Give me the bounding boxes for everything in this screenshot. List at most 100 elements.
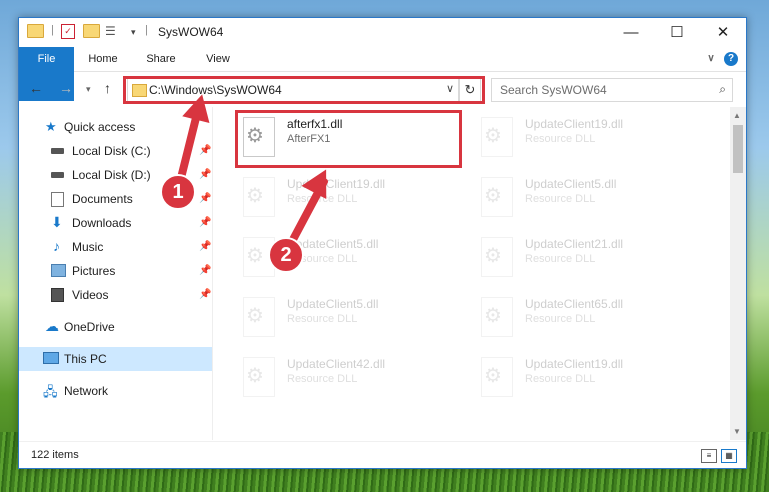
search-placeholder: Search SysWOW64: [500, 83, 607, 97]
recent-locations-icon[interactable]: ▾: [86, 84, 91, 95]
file-name: UpdateClient21.dll: [525, 237, 624, 251]
annotation-badge-2: 2: [268, 237, 304, 273]
explorer-window: | ✓ ☰ ▾ | SysWOW64 — ☐ ✕ File Home Share…: [18, 17, 747, 469]
sidebar-item-onedrive[interactable]: ☁ OneDrive: [19, 315, 212, 339]
new-folder-icon[interactable]: [83, 24, 100, 40]
pin-icon[interactable]: 📌: [199, 217, 211, 228]
gear-icon: ⚙: [246, 305, 264, 327]
file-item[interactable]: ⚙ UpdateClient65.dll Resource DLL: [473, 291, 693, 345]
file-item[interactable]: ⚙ UpdateClient19.dll Resource DLL: [473, 111, 693, 165]
network-icon: 🖧: [43, 384, 58, 399]
file-name: UpdateClient5.dll: [287, 297, 379, 311]
forward-button[interactable]: →: [59, 80, 73, 96]
sidebar-item-label: OneDrive: [64, 320, 115, 334]
sidebar-item-label: Local Disk (C:): [72, 144, 151, 158]
sidebar-item-network[interactable]: 🖧 Network: [19, 379, 212, 403]
gear-icon: ⚙: [246, 365, 264, 387]
scroll-up-icon[interactable]: ▲: [733, 111, 741, 120]
up-button[interactable]: ↑: [104, 80, 111, 96]
file-name: UpdateClient19.dll: [525, 117, 624, 131]
sidebar-item-label: Quick access: [64, 120, 136, 134]
gear-icon: ⚙: [484, 245, 502, 267]
window-title: SysWOW64: [158, 25, 224, 39]
tab-home[interactable]: Home: [81, 47, 125, 71]
minimize-button[interactable]: —: [608, 18, 654, 47]
sidebar-item-label: Local Disk (D:): [72, 168, 151, 182]
pin-icon[interactable]: 📌: [199, 241, 211, 252]
pin-icon[interactable]: 📌: [199, 289, 211, 300]
file-name: UpdateClient19.dll: [525, 357, 624, 371]
gear-icon: ⚙: [484, 185, 502, 207]
pin-icon[interactable]: 📌: [199, 145, 211, 156]
file-description: Resource DLL: [525, 313, 596, 325]
details-view-icon[interactable]: ≡: [701, 449, 717, 463]
file-description: Resource DLL: [287, 313, 358, 325]
scrollbar-thumb[interactable]: [733, 125, 743, 173]
file-name: UpdateClient5.dll: [525, 177, 617, 191]
sidebar-item-music[interactable]: ♪ Music 📌: [19, 235, 212, 259]
file-description: Resource DLL: [525, 193, 596, 205]
star-icon: ★: [45, 119, 57, 134]
file-list: ⚙ afterfx1.dll AfterFX1 ⚙ UpdateClient19…: [215, 107, 730, 440]
file-name: UpdateClient42.dll: [287, 357, 386, 371]
search-input[interactable]: Search SysWOW64 ⌕: [491, 78, 733, 102]
folder-icon: [27, 24, 44, 40]
videos-icon: [51, 288, 64, 302]
tab-view[interactable]: View: [196, 47, 240, 71]
file-item[interactable]: ⚙ UpdateClient21.dll Resource DLL: [473, 231, 693, 285]
ribbon: File Home Share View ∨ ?: [19, 47, 746, 101]
sidebar-item-downloads[interactable]: ⬇ Downloads 📌: [19, 211, 212, 235]
gear-icon: ⚙: [246, 245, 264, 267]
gear-icon: ⚙: [484, 305, 502, 327]
file-name: UpdateClient65.dll: [525, 297, 624, 311]
maximize-button[interactable]: ☐: [654, 18, 700, 47]
sidebar-item-this-pc[interactable]: This PC: [19, 347, 212, 371]
pictures-icon: [51, 264, 66, 277]
sidebar-item-label: Downloads: [72, 216, 132, 230]
title-bar: | ✓ ☰ ▾ | SysWOW64 — ☐ ✕: [19, 18, 746, 47]
documents-icon: [51, 192, 64, 207]
status-bar: 122 items ≡ ▦: [19, 441, 746, 468]
file-description: Resource DLL: [525, 133, 596, 145]
annotation-badge-1: 1: [160, 174, 196, 210]
search-icon: ⌕: [719, 82, 726, 96]
pin-icon[interactable]: 📌: [199, 169, 211, 180]
music-icon: ♪: [53, 238, 60, 254]
sidebar-item-label: Videos: [72, 288, 109, 302]
sidebar-item-label: This PC: [64, 352, 107, 366]
expand-ribbon-icon[interactable]: ∨: [704, 52, 718, 66]
download-icon: ⬇: [51, 214, 63, 230]
rename-icon[interactable]: ☰: [105, 24, 121, 40]
sidebar-item-videos[interactable]: Videos 📌: [19, 283, 212, 307]
cloud-icon: ☁: [45, 318, 59, 334]
file-item[interactable]: ⚙ UpdateClient5.dll Resource DLL: [473, 171, 693, 225]
file-description: Resource DLL: [287, 373, 358, 385]
file-item[interactable]: ⚙ UpdateClient5.dll Resource DLL: [235, 291, 455, 345]
back-button[interactable]: ←: [29, 80, 43, 96]
file-item[interactable]: ⚙ UpdateClient19.dll Resource DLL: [235, 171, 455, 225]
gear-icon: ⚙: [484, 125, 502, 147]
file-description: Resource DLL: [525, 373, 596, 385]
address-highlight-box: [123, 76, 485, 104]
vertical-scrollbar[interactable]: ▲ ▼: [730, 107, 746, 440]
properties-icon[interactable]: ✓: [61, 24, 77, 40]
gear-icon: ⚙: [484, 365, 502, 387]
file-item[interactable]: ⚙ UpdateClient42.dll Resource DLL: [235, 351, 455, 405]
file-highlight-box: [235, 110, 462, 168]
file-item[interactable]: ⚙ UpdateClient19.dll Resource DLL: [473, 351, 693, 405]
sidebar-item-quick-access[interactable]: ★ Quick access: [19, 115, 212, 139]
tab-share[interactable]: Share: [139, 47, 183, 71]
sidebar-item-pictures[interactable]: Pictures 📌: [19, 259, 212, 283]
sidebar-item-label: Music: [72, 240, 104, 254]
gear-icon: ⚙: [246, 185, 264, 207]
close-button[interactable]: ✕: [700, 18, 746, 47]
pin-icon[interactable]: 📌: [199, 265, 211, 276]
pane-divider[interactable]: [212, 107, 213, 440]
sidebar-item-label: Documents: [72, 192, 133, 206]
drive-icon: [51, 172, 64, 178]
drive-icon: [51, 148, 64, 154]
scroll-down-icon[interactable]: ▼: [733, 427, 741, 436]
help-icon[interactable]: ?: [724, 52, 738, 66]
pin-icon[interactable]: 📌: [199, 193, 211, 204]
large-icons-view-icon[interactable]: ▦: [721, 449, 737, 463]
